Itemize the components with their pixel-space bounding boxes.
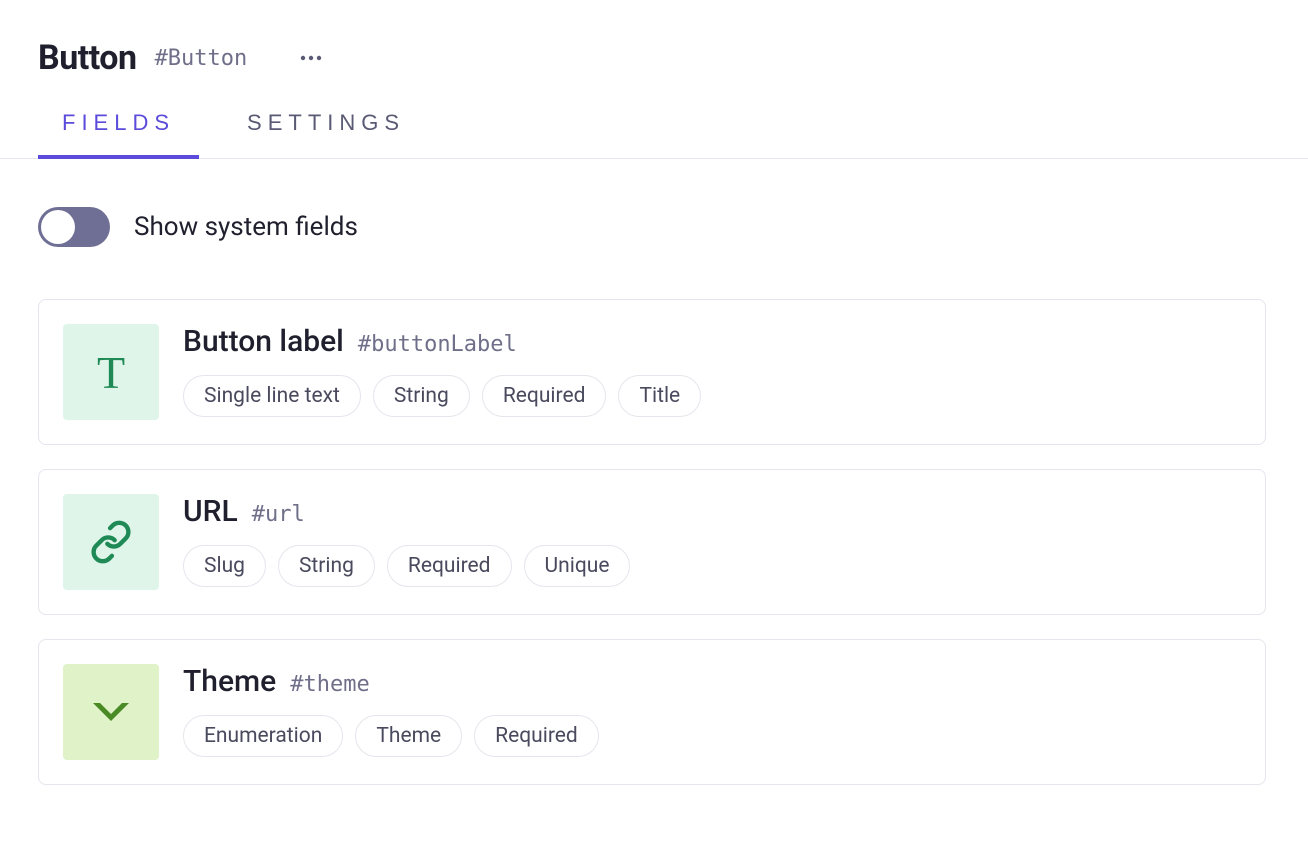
field-tag: Enumeration [183, 715, 343, 757]
field-api-id: #url [252, 502, 305, 527]
field-tags: Single line text String Required Title [183, 375, 1241, 417]
show-system-fields-toggle[interactable] [38, 207, 110, 247]
field-api-id: #theme [290, 672, 369, 697]
field-tag: Slug [183, 545, 266, 587]
field-title: URL [183, 494, 238, 529]
show-system-fields-label: Show system fields [134, 212, 358, 242]
field-tag: Required [387, 545, 512, 587]
field-card[interactable]: URL #url Slug String Required Unique [38, 469, 1266, 615]
more-actions-button[interactable] [293, 40, 329, 76]
field-tag: Required [482, 375, 607, 417]
chevron-down-icon [93, 703, 129, 721]
field-tag: String [373, 375, 470, 417]
tab-bar: FIELDS SETTINGS [0, 78, 1308, 159]
field-title: Theme [183, 664, 276, 699]
field-title: Button label [183, 324, 344, 359]
field-tag: Required [474, 715, 599, 757]
link-field-icon [63, 494, 159, 590]
tab-fields[interactable]: FIELDS [62, 102, 175, 158]
content-area: Show system fields T Button label #butto… [0, 159, 1308, 785]
field-card[interactable]: Theme #theme Enumeration Theme Required [38, 639, 1266, 785]
field-tag: Single line text [183, 375, 361, 417]
field-card[interactable]: T Button label #buttonLabel Single line … [38, 299, 1266, 445]
show-system-fields-row: Show system fields [38, 207, 1266, 247]
tab-settings[interactable]: SETTINGS [247, 102, 405, 158]
page-header: Button #Button [0, 0, 1308, 78]
link-icon [89, 520, 133, 564]
field-tag: Title [618, 375, 701, 417]
field-tags: Enumeration Theme Required [183, 715, 1241, 757]
model-api-id: #Button [155, 46, 248, 71]
enum-field-icon [63, 664, 159, 760]
field-tags: Slug String Required Unique [183, 545, 1241, 587]
field-tag: String [278, 545, 375, 587]
field-body: URL #url Slug String Required Unique [183, 494, 1241, 587]
field-body: Button label #buttonLabel Single line te… [183, 324, 1241, 417]
text-field-icon: T [63, 324, 159, 420]
field-body: Theme #theme Enumeration Theme Required [183, 664, 1241, 757]
page-title: Button [38, 38, 137, 78]
field-api-id: #buttonLabel [358, 332, 517, 357]
field-tag: Unique [524, 545, 631, 587]
field-tag: Theme [355, 715, 462, 757]
more-horizontal-icon [300, 55, 322, 61]
